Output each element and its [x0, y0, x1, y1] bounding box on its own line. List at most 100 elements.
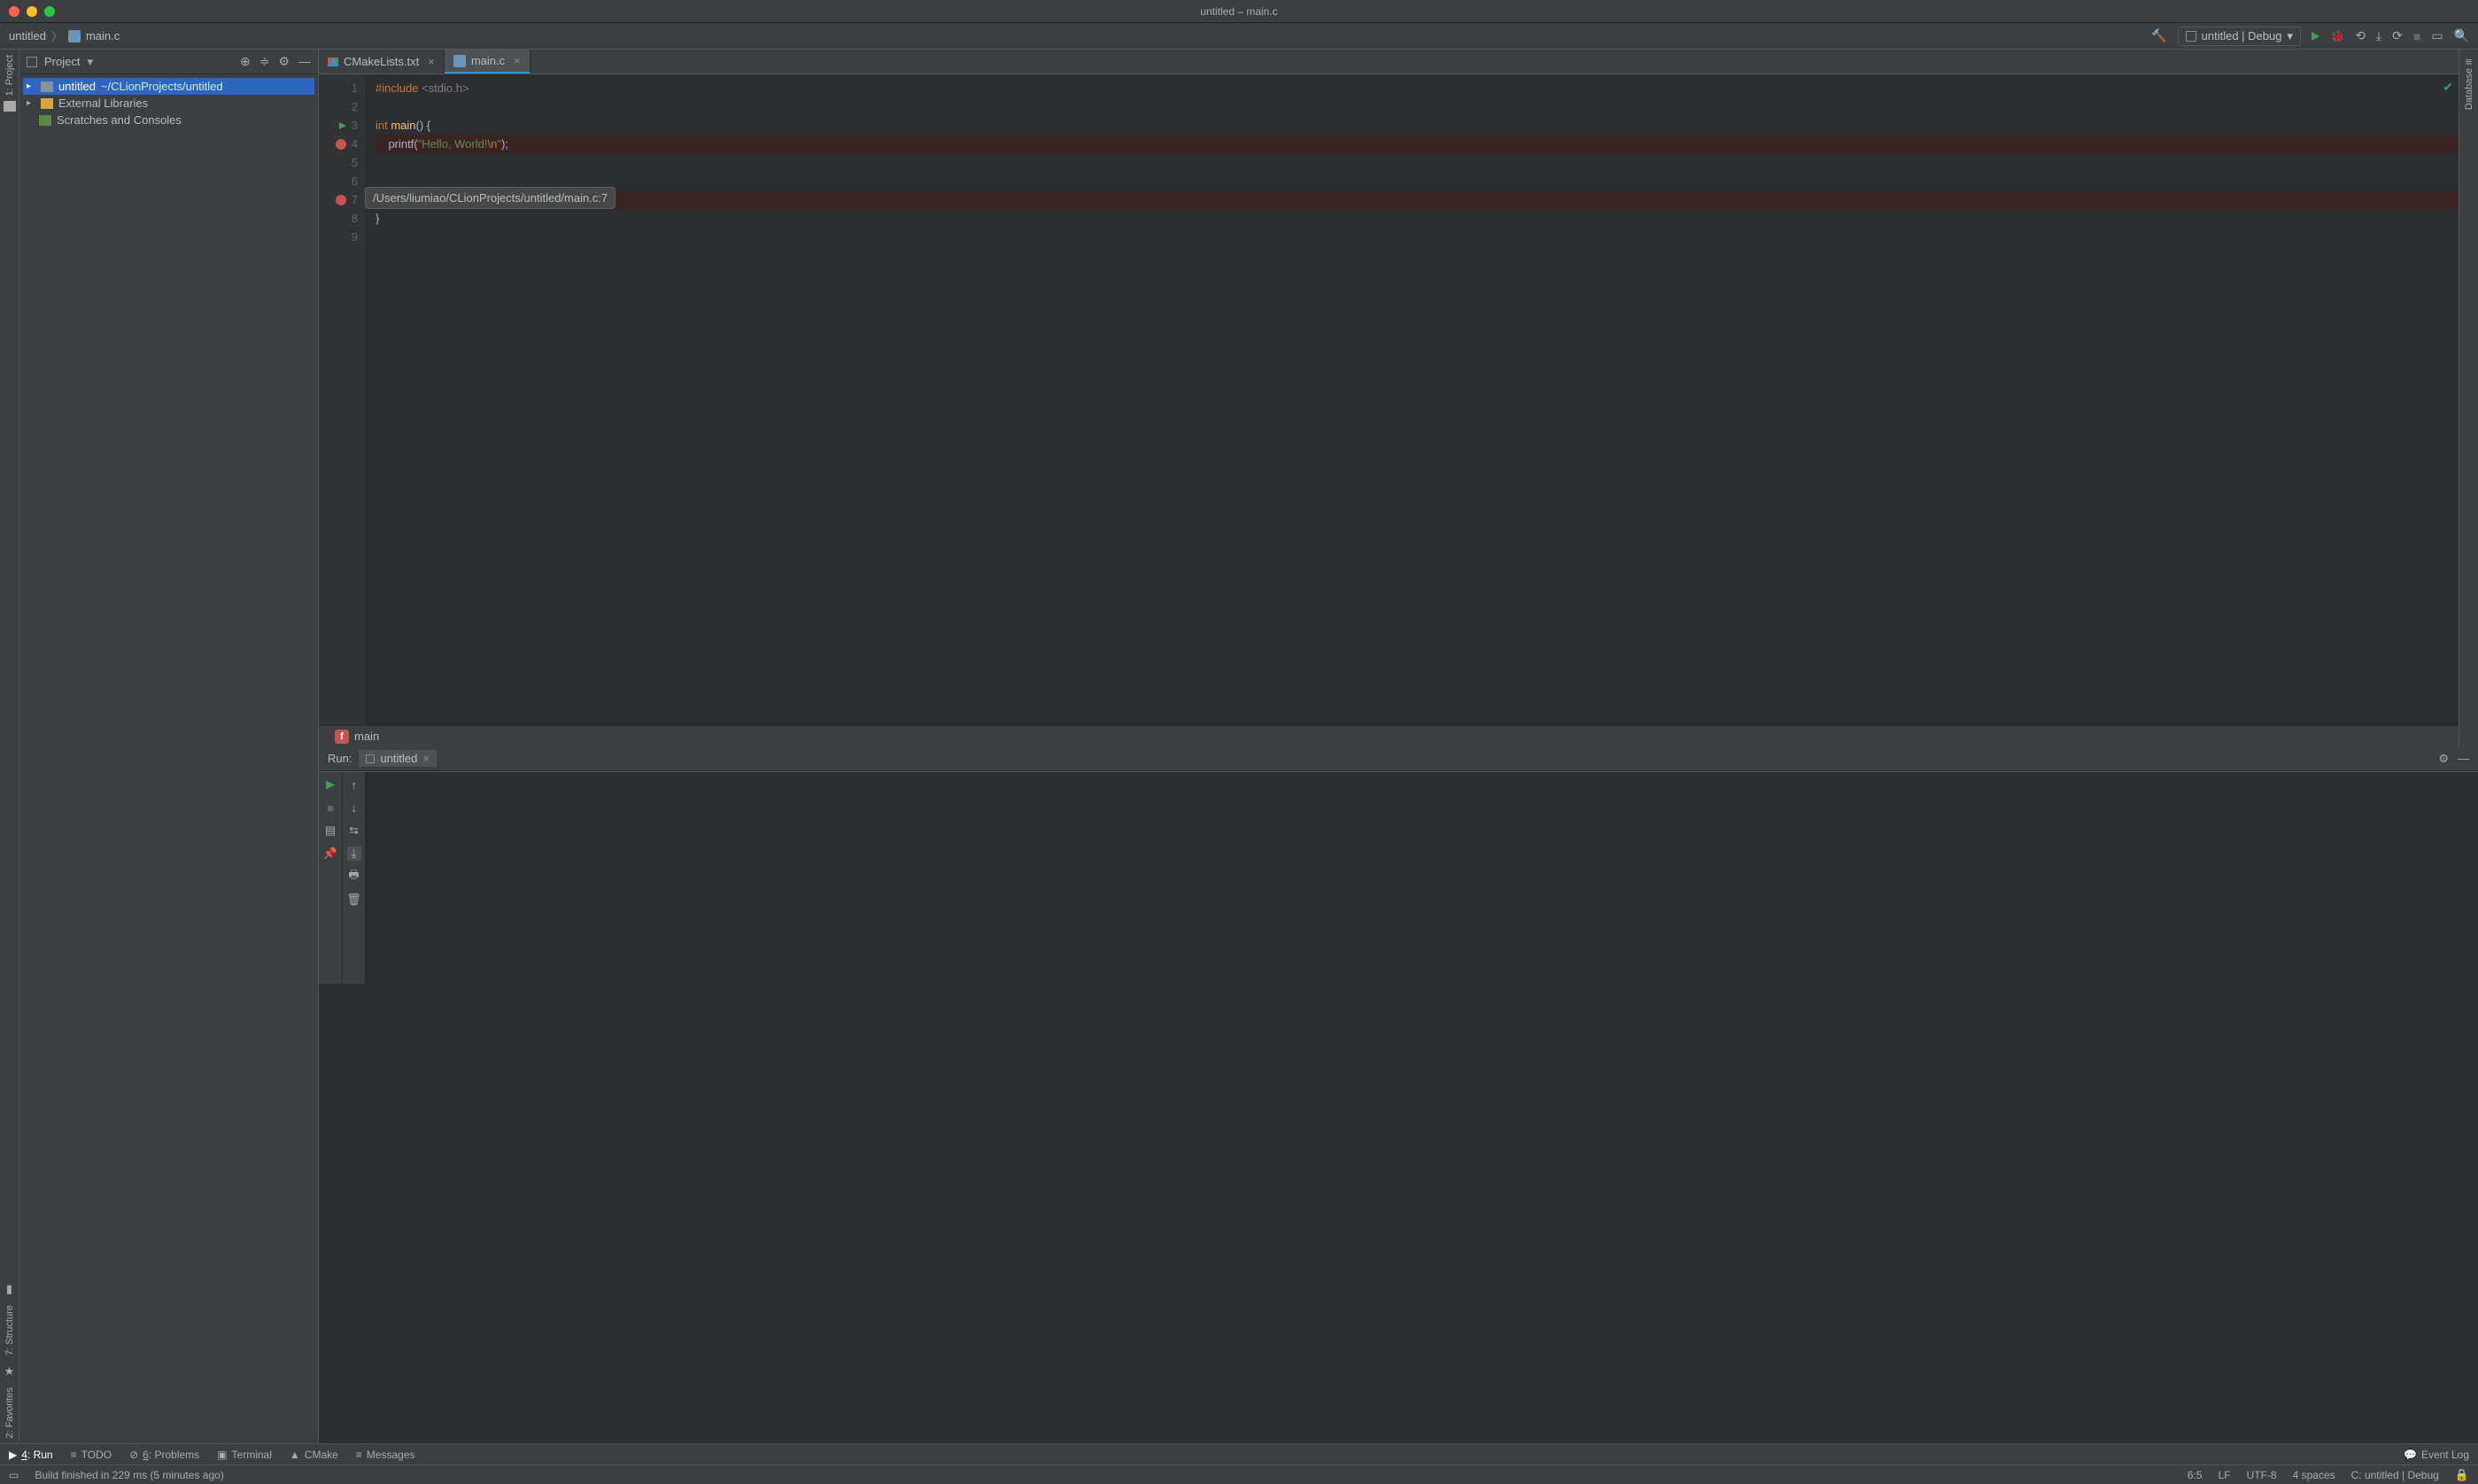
run-icon[interactable]	[2312, 32, 2319, 41]
chevron-right-icon[interactable]: ▸	[27, 81, 35, 91]
minimize-icon[interactable]	[27, 6, 37, 17]
run-tab[interactable]: untitled ×	[359, 750, 437, 767]
status-context[interactable]: C: untitled | Debug	[2351, 1469, 2439, 1481]
gutter-line[interactable]: 6	[319, 172, 365, 190]
code-line[interactable]: }	[376, 209, 2459, 228]
maximize-icon[interactable]	[44, 6, 55, 17]
tree-row-external[interactable]: ▸ External Libraries	[23, 95, 314, 112]
gutter-line[interactable]: 9	[319, 228, 365, 246]
bookmark-icon[interactable]: ▮	[6, 1282, 12, 1296]
tab-cmakelists[interactable]: CMakeLists.txt ×	[319, 50, 445, 73]
collapse-icon[interactable]: ≑	[259, 54, 270, 69]
folder-icon[interactable]	[4, 101, 16, 112]
scroll-icon[interactable]: ⤓	[347, 846, 361, 861]
stop-icon[interactable]: ■	[323, 800, 337, 815]
pin-icon[interactable]: 📌	[323, 846, 337, 861]
gutter-line[interactable]: 8	[319, 209, 365, 228]
code-line[interactable]: printf("Hello, World!\n");	[376, 135, 2459, 153]
coverage-icon[interactable]: ⟲	[2355, 28, 2366, 43]
gutter-line[interactable]: 4	[319, 135, 365, 153]
tree-row-project[interactable]: ▸ untitled ~/CLionProjects/untitled	[23, 78, 314, 95]
run-toolbar-2: ↑ ↓ ⇆ ⤓ 🖶 🗑	[342, 772, 365, 984]
close-icon[interactable]: ×	[428, 55, 435, 68]
tab-terminal[interactable]: ▣Terminal	[217, 1449, 272, 1461]
tool-window-icon[interactable]: ▭	[9, 1469, 19, 1481]
tab-main-c[interactable]: main.c ×	[445, 50, 530, 73]
status-encoding[interactable]: UTF-8	[2247, 1469, 2277, 1481]
rerun-icon[interactable]: ▶	[323, 777, 337, 792]
run-toolbar-1: ▶ ■ ▤ 📌	[319, 772, 342, 984]
tree-row-scratches[interactable]: Scratches and Consoles	[23, 112, 314, 128]
c-file-icon	[453, 55, 466, 67]
run-gutter-icon[interactable]	[339, 122, 346, 129]
status-indent[interactable]: 4 spaces	[2293, 1469, 2335, 1481]
tab-run[interactable]: ▶4: Run	[9, 1449, 53, 1461]
close-icon[interactable]	[9, 6, 19, 17]
code-line[interactable]: return 0;	[376, 190, 2459, 209]
breadcrumb-project[interactable]: untitled	[9, 29, 46, 43]
project-panel-title[interactable]: Project	[44, 55, 80, 68]
print-icon[interactable]: 🖶	[347, 870, 361, 884]
database-tool-button[interactable]: Database	[2464, 68, 2474, 110]
chevron-right-icon[interactable]: ▸	[27, 98, 35, 108]
chevron-down-icon[interactable]: ▾	[87, 55, 93, 69]
gutter-line[interactable]: 1	[319, 79, 365, 97]
favorites-tool-button[interactable]: 2: Favorites	[4, 1387, 15, 1438]
gutter-line[interactable]: 3	[319, 116, 365, 135]
status-eol[interactable]: LF	[2219, 1469, 2231, 1481]
close-icon[interactable]: ×	[514, 54, 521, 67]
lock-icon[interactable]: 🔒	[2455, 1468, 2469, 1482]
code-line[interactable]: int main() {	[376, 116, 2459, 135]
wrap-icon[interactable]: ⇆	[347, 823, 361, 838]
up-icon[interactable]: ↑	[347, 777, 361, 792]
gear-icon[interactable]: ⚙	[278, 54, 290, 69]
tab-problems[interactable]: ⊘6: Problems	[129, 1449, 199, 1461]
gutter-line[interactable]: 5	[319, 153, 365, 172]
code-line[interactable]	[376, 172, 2459, 190]
run-console[interactable]	[365, 772, 2478, 984]
star-icon[interactable]: ★	[4, 1364, 15, 1379]
breadcrumb-file[interactable]: main.c	[86, 29, 120, 43]
status-bar: ▭ Build finished in 229 ms (5 minutes ag…	[0, 1465, 2478, 1484]
breadcrumb-function[interactable]: main	[354, 730, 379, 743]
down-icon[interactable]: ↓	[347, 800, 361, 815]
gutter-line[interactable]: 7	[319, 190, 365, 209]
project-tool-button[interactable]: 1: Project	[4, 55, 15, 96]
profiler-icon[interactable]: ⤓	[2376, 28, 2381, 43]
build-icon[interactable]: 🔨	[2151, 28, 2166, 43]
breakpoint-icon[interactable]	[336, 195, 346, 205]
tab-cmake[interactable]: ▲CMake	[290, 1449, 338, 1461]
minimize-panel-icon[interactable]: —	[2458, 752, 2469, 766]
breakpoint-icon[interactable]	[336, 139, 346, 150]
tree-item-label: untitled	[58, 80, 96, 93]
run-config-select[interactable]: untitled | Debug ▾	[2178, 27, 2301, 46]
debug-icon[interactable]: 🐞	[2330, 29, 2344, 43]
minimize-panel-icon[interactable]: —	[298, 54, 311, 69]
target-icon[interactable]: ⊕	[240, 54, 251, 69]
stop-icon[interactable]: ■	[2413, 29, 2420, 43]
code-line[interactable]	[376, 97, 2459, 116]
editor-gutter[interactable]: 123456789	[319, 74, 365, 725]
code-line[interactable]	[376, 228, 2459, 246]
code-line[interactable]: #include <stdio.h>	[376, 79, 2459, 97]
tree-item-path: ~/CLionProjects/untitled	[101, 80, 223, 93]
chevron-down-icon: ▾	[2287, 29, 2293, 43]
gutter-line[interactable]: 2	[319, 97, 365, 116]
status-position[interactable]: 6:5	[2188, 1469, 2203, 1481]
gear-icon[interactable]: ⚙	[2438, 752, 2449, 766]
close-icon[interactable]: ×	[422, 752, 430, 765]
attach-icon[interactable]: ⟳	[2392, 28, 2403, 43]
trash-icon[interactable]: 🗑	[347, 893, 361, 907]
tab-todo[interactable]: ≡TODO	[71, 1449, 112, 1461]
database-icon[interactable]: ≡	[2466, 55, 2473, 68]
structure-tool-button[interactable]: 7: Structure	[4, 1305, 15, 1356]
tab-event-log[interactable]: 💬Event Log	[2404, 1449, 2469, 1461]
bottom-tool-tabs: ▶4: Run ≡TODO ⊘6: Problems ▣Terminal ▲CM…	[0, 1443, 2478, 1465]
code-line[interactable]	[376, 153, 2459, 172]
search-icon[interactable]: 🔍	[2454, 28, 2469, 43]
code-editor[interactable]: #include <stdio.h> int main() { printf("H…	[365, 74, 2459, 725]
editor-area: CMakeLists.txt × main.c × 123456789	[319, 50, 2459, 746]
layout-icon[interactable]: ▤	[323, 823, 337, 838]
layout-icon[interactable]: ▭	[2431, 28, 2443, 43]
tab-messages[interactable]: ≡Messages	[356, 1449, 415, 1461]
